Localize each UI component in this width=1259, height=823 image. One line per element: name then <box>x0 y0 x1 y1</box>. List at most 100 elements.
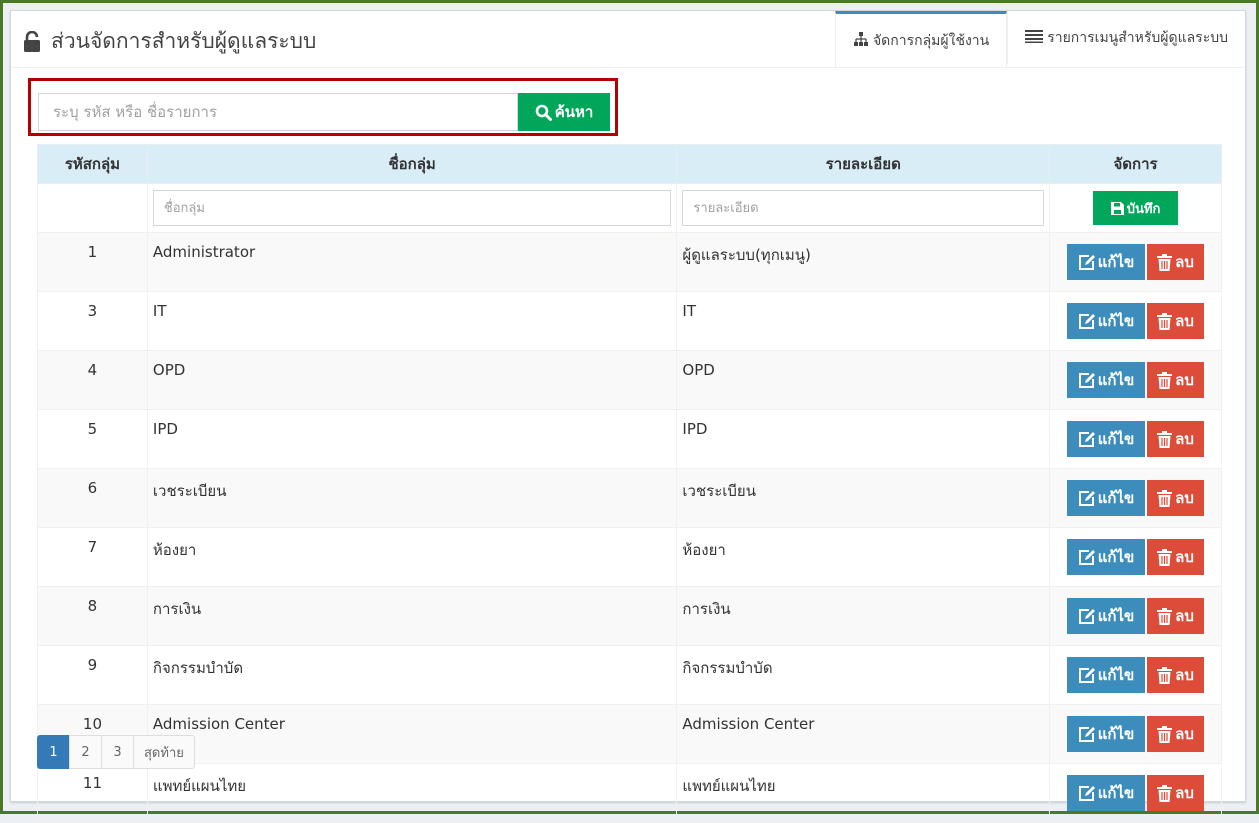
table-row: 6 เวชระเบียน เวชระเบียน แก้ไข ลบ <box>37 468 1222 528</box>
col-header-actions: จัดการ <box>1049 144 1222 184</box>
trash-icon <box>1157 607 1173 625</box>
table-row: 5 IPD IPD แก้ไข ลบ <box>37 409 1222 469</box>
delete-button[interactable]: ลบ <box>1147 716 1205 752</box>
page-2-link[interactable]: 2 <box>69 735 102 769</box>
trash-icon <box>1157 666 1173 684</box>
edit-button[interactable]: แก้ไข <box>1067 480 1146 516</box>
pagination: 1 2 3 สุดท้าย <box>37 735 195 769</box>
trash-icon <box>1157 253 1173 271</box>
delete-button[interactable]: ลบ <box>1147 303 1205 339</box>
group-table: รหัสกลุ่ม ชื่อกลุ่ม รายละเอียด จัดการ ชื… <box>37 144 1222 823</box>
edit-button[interactable]: แก้ไข <box>1067 539 1146 575</box>
delete-button[interactable]: ลบ <box>1147 244 1205 280</box>
edit-button[interactable]: แก้ไข <box>1067 362 1146 398</box>
new-action-cell: บันทึก <box>1049 183 1222 233</box>
delete-button[interactable]: ลบ <box>1147 421 1205 457</box>
delete-button-label: ลบ <box>1175 489 1194 507</box>
tab-user-groups[interactable]: จัดการกลุ่มผู้ใช้งาน <box>834 11 1008 67</box>
row-actions-cell: แก้ไข ลบ <box>1049 468 1222 528</box>
trash-icon <box>1157 430 1173 448</box>
trash-icon <box>1157 725 1173 743</box>
search-input[interactable] <box>38 93 518 131</box>
group-detail-cell: ผู้ดูแลระบบ(ทุกเมนู) <box>676 232 1051 292</box>
edit-button-label: แก้ไข <box>1097 371 1135 389</box>
group-name-cell: การเงิน <box>146 586 678 646</box>
group-name-cell: IT <box>146 291 678 351</box>
delete-button[interactable]: ลบ <box>1147 480 1205 516</box>
edit-button[interactable]: แก้ไข <box>1067 598 1146 634</box>
edit-button-label: แก้ไข <box>1097 430 1135 448</box>
group-name-cell: ห้องยา <box>146 527 678 587</box>
edit-button[interactable]: แก้ไข <box>1067 657 1146 693</box>
col-header-detail: รายละเอียด <box>676 144 1051 184</box>
row-actions-cell: แก้ไข ลบ <box>1049 232 1222 292</box>
delete-button-label: ลบ <box>1175 312 1194 330</box>
floppy-icon <box>1110 201 1124 215</box>
group-detail-cell: IT <box>676 291 1051 351</box>
group-name-cell: IPD <box>146 409 678 469</box>
delete-button-label: ลบ <box>1175 725 1194 743</box>
group-id-cell: 8 <box>37 586 148 646</box>
delete-button-label: ลบ <box>1175 666 1194 684</box>
row-actions-cell: แก้ไข ลบ <box>1049 527 1222 587</box>
edit-button[interactable]: แก้ไข <box>1067 775 1146 811</box>
tab-admin-menu[interactable]: รายการเมนูสำหรับผู้ดูแลระบบ <box>1007 11 1245 64</box>
page-3-link[interactable]: 3 <box>101 735 134 769</box>
group-name-field[interactable] <box>152 190 672 226</box>
edit-button-label: แก้ไข <box>1097 784 1135 802</box>
edit-button[interactable]: แก้ไข <box>1067 716 1146 752</box>
group-detail-cell: กิจกรรมบำบัด <box>676 645 1051 705</box>
row-actions-cell: แก้ไข ลบ <box>1049 350 1222 410</box>
group-detail-cell: เวชระเบียน <box>676 468 1051 528</box>
col-header-name: ชื่อกลุ่ม <box>146 144 678 184</box>
delete-button[interactable]: ลบ <box>1147 657 1205 693</box>
table-row: 7 ห้องยา ห้องยา แก้ไข ลบ <box>37 527 1222 587</box>
trash-icon <box>1157 489 1173 507</box>
edit-button[interactable]: แก้ไข <box>1067 421 1146 457</box>
group-detail-cell: IPD <box>676 409 1051 469</box>
group-name-cell: Administrator <box>146 232 678 292</box>
table-row: 8 การเงิน การเงิน แก้ไข ลบ <box>37 586 1222 646</box>
delete-button-label: ลบ <box>1175 548 1194 566</box>
table-header-row: รหัสกลุ่ม ชื่อกลุ่ม รายละเอียด จัดการ <box>37 144 1222 184</box>
group-detail-cell: Admission Center <box>676 704 1051 764</box>
search-button-label: ค้นหา <box>554 103 594 121</box>
row-actions-cell: แก้ไข ลบ <box>1049 586 1222 646</box>
save-button[interactable]: บันทึก <box>1093 191 1179 225</box>
group-name-cell: เวชระเบียน <box>146 468 678 528</box>
edit-button[interactable]: แก้ไข <box>1067 244 1146 280</box>
trash-icon <box>1157 784 1173 802</box>
delete-button[interactable]: ลบ <box>1147 539 1205 575</box>
sitemap-icon <box>853 31 869 51</box>
unlock-icon <box>23 30 41 53</box>
page-title-text: ส่วนจัดการสำหรับผู้ดูแลระบบ <box>51 29 317 53</box>
delete-button[interactable]: ลบ <box>1147 775 1205 811</box>
search-button[interactable]: ค้นหา <box>518 93 610 131</box>
group-id-cell: 7 <box>37 527 148 587</box>
delete-button[interactable]: ลบ <box>1147 362 1205 398</box>
row-actions-cell: แก้ไข ลบ <box>1049 645 1222 705</box>
tab-admin-menu-label: รายการเมนูสำหรับผู้ดูแลระบบ <box>1047 29 1228 46</box>
row-actions-cell: แก้ไข ลบ <box>1049 704 1222 764</box>
row-actions-cell: แก้ไข ลบ <box>1049 291 1222 351</box>
edit-icon <box>1078 490 1095 507</box>
new-group-row: บันทึก <box>37 183 1222 233</box>
group-id-cell: 4 <box>37 350 148 410</box>
delete-button-label: ลบ <box>1175 607 1194 625</box>
edit-button-label: แก้ไข <box>1097 312 1135 330</box>
group-name-cell: กิจกรรมบำบัด <box>146 645 678 705</box>
group-detail-field[interactable] <box>682 190 1045 226</box>
page-1-link[interactable]: 1 <box>37 735 70 769</box>
edit-button[interactable]: แก้ไข <box>1067 303 1146 339</box>
last-page-link[interactable]: สุดท้าย <box>133 735 195 769</box>
tab-bar: จัดการกลุ่มผู้ใช้งาน รายการเมนูสำหรับผู้… <box>834 11 1245 67</box>
group-id-cell: 1 <box>37 232 148 292</box>
search-area: ค้นหา <box>28 78 618 136</box>
row-actions-cell: แก้ไข ลบ <box>1049 409 1222 469</box>
table-row: 1 Administrator ผู้ดูแลระบบ(ทุกเมนู) แก้ไข ล… <box>37 232 1222 292</box>
delete-button[interactable]: ลบ <box>1147 598 1205 634</box>
new-detail-cell <box>676 183 1051 233</box>
tab-user-groups-label: จัดการกลุ่มผู้ใช้งาน <box>872 32 990 49</box>
edit-icon <box>1078 667 1095 684</box>
group-name-cell: OPD <box>146 350 678 410</box>
